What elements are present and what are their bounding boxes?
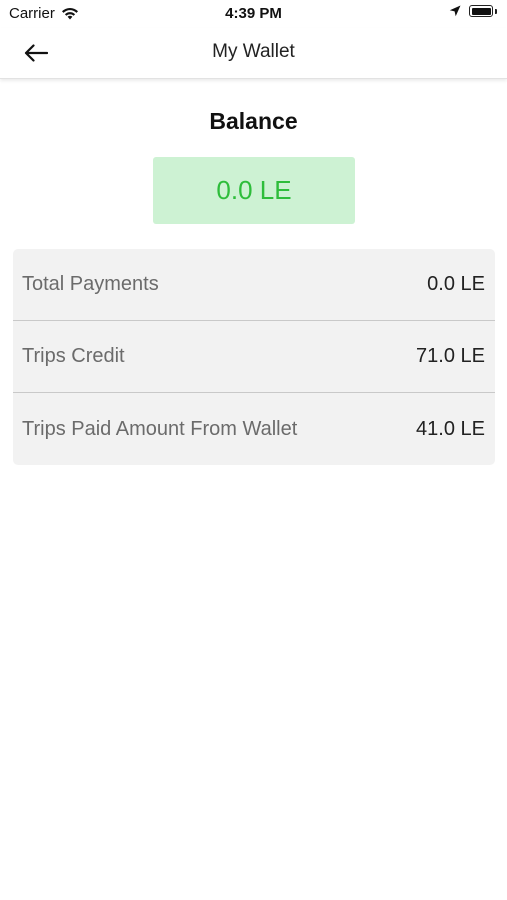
summary-row-trips-credit: Trips Credit 71.0 LE (13, 321, 495, 393)
row-label: Trips Paid Amount From Wallet (22, 417, 298, 440)
row-value: 71.0 LE (416, 345, 485, 367)
balance-box: 0.0 LE (153, 157, 355, 224)
row-label: Total Payments (22, 273, 159, 295)
row-value: 41.0 LE (416, 417, 485, 440)
row-label: Trips Credit (22, 345, 125, 367)
wallet-screen: Carrier 4:39 PM My Wallet Balance 0.0 LE… (0, 0, 507, 900)
balance-value: 0.0 LE (216, 175, 292, 205)
status-time: 4:39 PM (225, 5, 282, 22)
status-bar: Carrier 4:39 PM (0, 0, 507, 28)
wallet-summary-card: Total Payments 0.0 LE Trips Credit 71.0 … (13, 249, 495, 465)
battery-icon (469, 5, 493, 17)
row-value: 0.0 LE (427, 273, 485, 295)
status-right (449, 5, 497, 17)
summary-row-trips-paid-from-wallet: Trips Paid Amount From Wallet 41.0 LE (13, 393, 495, 465)
page-title: My Wallet (212, 41, 295, 62)
balance-heading: Balance (209, 108, 298, 134)
battery-tip (495, 8, 497, 14)
location-arrow-icon (449, 5, 461, 17)
nav-bar: My Wallet (0, 28, 507, 79)
summary-row-total-payments: Total Payments 0.0 LE (13, 249, 495, 321)
